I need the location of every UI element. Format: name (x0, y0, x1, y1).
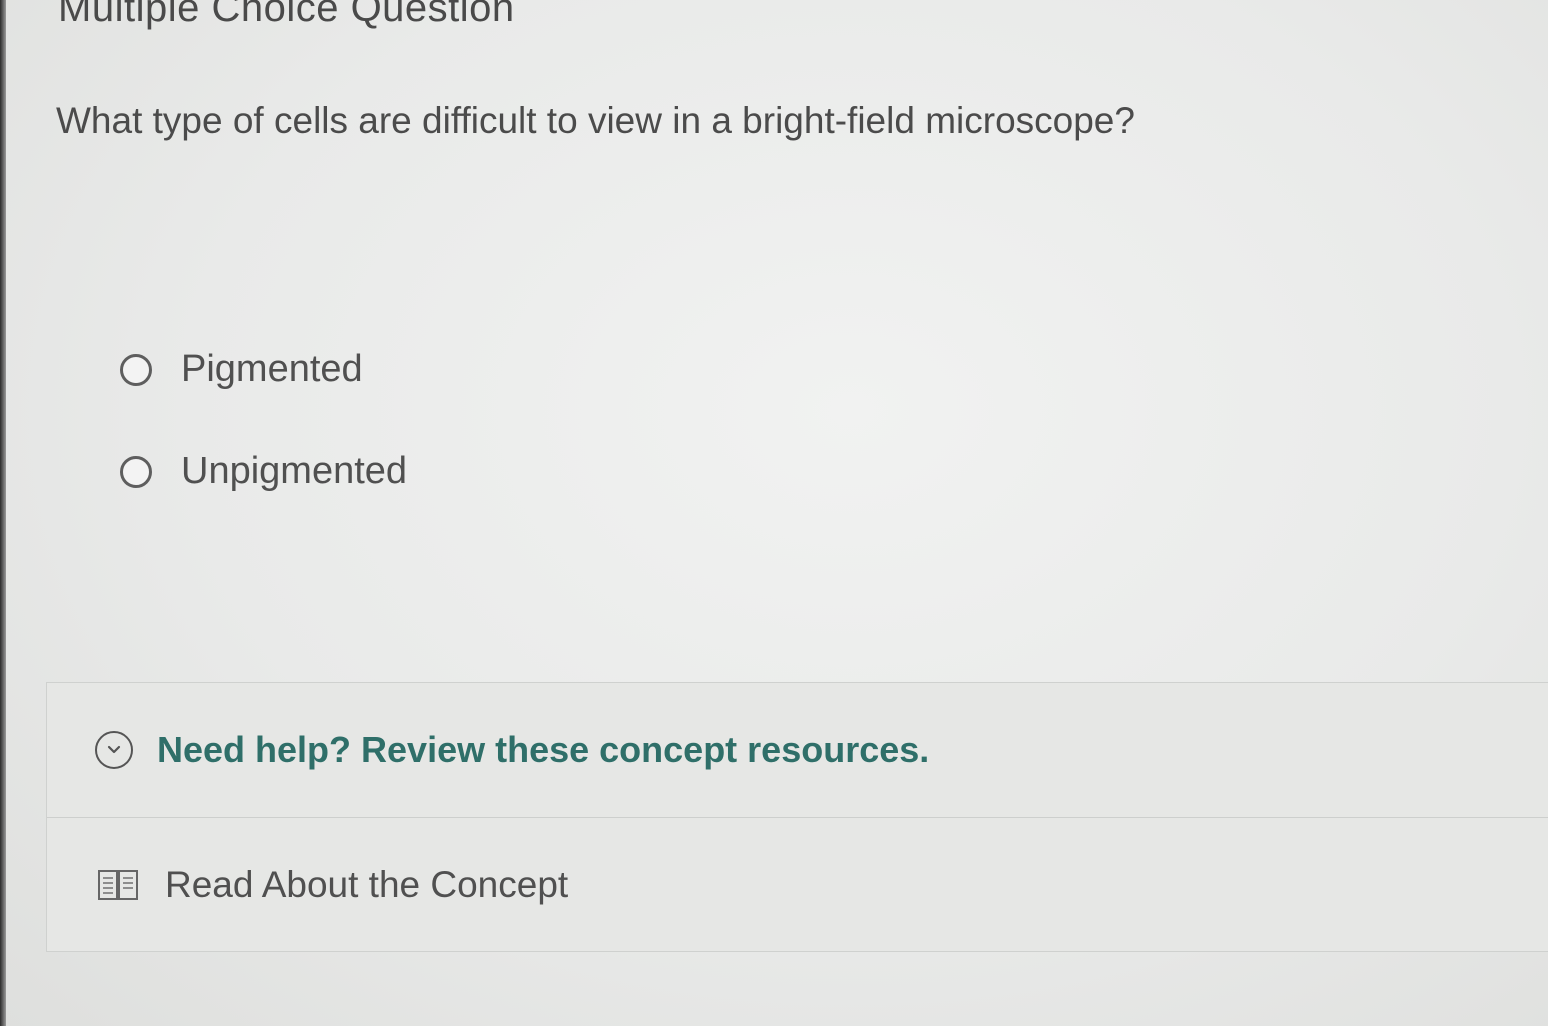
concept-resources-panel: Need help? Review these concept resource… (46, 682, 1548, 952)
read-about-concept-link[interactable]: Read About the Concept (47, 818, 1548, 952)
read-about-concept-label[interactable]: Read About the Concept (165, 864, 568, 906)
answer-option-label: Unpigmented (181, 450, 408, 492)
concept-resources-title[interactable]: Need help? Review these concept resource… (157, 729, 929, 771)
question-prompt: What type of cells are difficult to view… (56, 100, 1135, 141)
chevron-down-circle-icon[interactable] (95, 731, 133, 769)
radio-button-pigmented[interactable] (120, 353, 152, 386)
question-type-heading: Multiple Choice Question (58, 0, 515, 30)
radio-button-unpigmented[interactable] (120, 455, 152, 488)
answer-option-pigmented[interactable]: Pigmented (120, 348, 363, 391)
book-icon (97, 868, 139, 902)
concept-resources-toggle[interactable]: Need help? Review these concept resource… (47, 683, 1548, 818)
answer-option-unpigmented[interactable]: Unpigmented (120, 450, 407, 493)
answer-option-label: Pigmented (181, 348, 363, 390)
screen-bezel-edge (0, 0, 6, 1026)
